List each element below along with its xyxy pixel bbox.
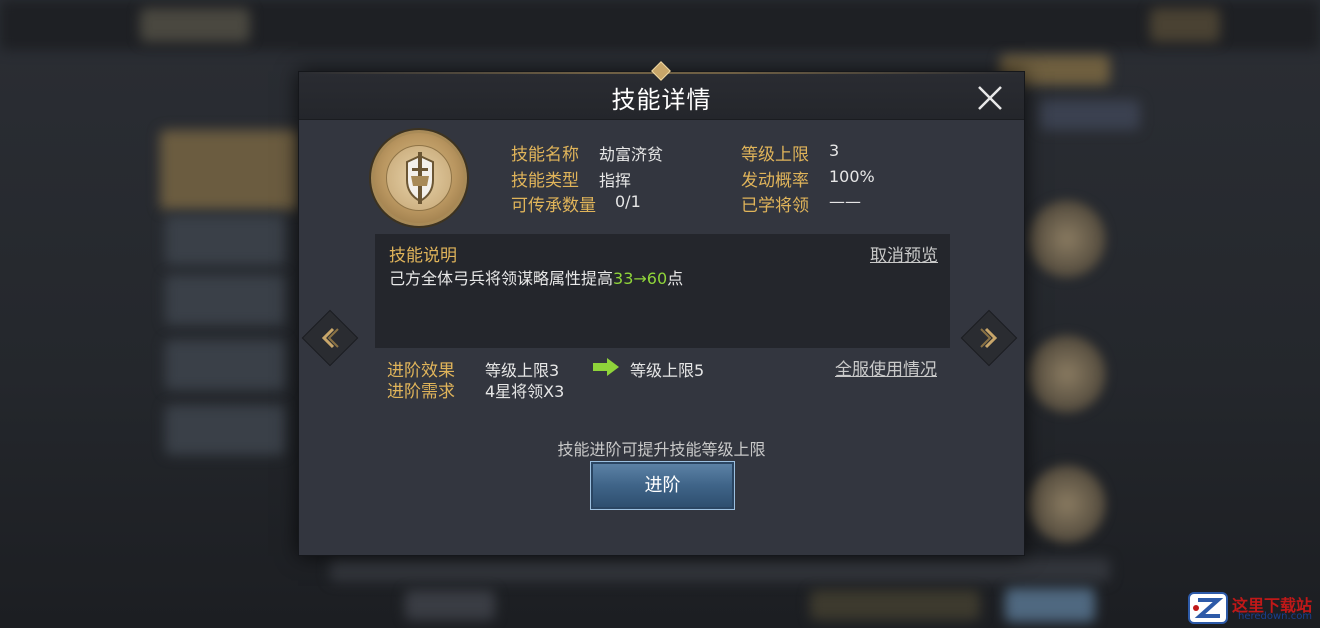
description-text: 己方全体弓兵将领谋略属性提高33→60点 [389,265,683,289]
advance-requirement-value: 4星将领X3 [485,382,565,401]
learned-generals-label: 已学将领 [741,196,809,216]
trigger-rate-value: 100% [829,167,875,186]
advance-requirement-label: 进阶需求 [387,382,455,402]
advance-hint: 技能进阶可提升技能等级上限 [557,440,766,459]
skill-type-label: 技能类型 [511,171,579,191]
trigger-rate-label: 发动概率 [741,171,809,191]
level-cap-label: 等级上限 [741,145,809,165]
previous-skill-button[interactable] [301,309,359,367]
level-cap-value: 3 [829,141,840,160]
all-server-usage-link[interactable]: 全服使用情况 [835,355,937,380]
close-icon [978,86,1002,110]
value-to: 60 [646,269,668,288]
description-suffix: 点 [667,269,684,288]
value-from: 33 [613,269,634,288]
watermark: 这里下载站 heredown.com [1188,590,1318,626]
inherit-count-value: 0/1 [615,192,641,211]
watermark-url: heredown.com [1238,611,1313,622]
description-box: 技能说明 取消预览 己方全体弓兵将领谋略属性提高33→60点 [375,234,950,348]
skill-name-value: 劫富济贫 [599,145,664,164]
close-button[interactable] [976,84,1004,112]
skill-detail-modal: 技能详情 技能名称 劫富济贫 技能类型 指挥 可传承数量 0/1 等级上限 3 … [298,61,1025,556]
cancel-preview-link[interactable]: 取消预览 [870,241,938,266]
advance-effect-to: 等级上限5 [630,361,705,380]
chevron-left-icon [321,327,339,349]
next-skill-button[interactable] [960,309,1018,367]
skill-emblem-icon [386,145,452,211]
arrow-right-icon [593,358,619,376]
modal-header: 技能详情 [299,61,1024,120]
description-prefix: 己方全体弓兵将领谋略属性提高 [389,269,614,288]
value-arrow: → [633,269,647,288]
skill-name-label: 技能名称 [511,145,579,165]
watermark-logo-icon [1188,592,1228,624]
chevron-right-icon [980,327,998,349]
modal-title: 技能详情 [611,86,712,114]
skill-type-value: 指挥 [599,171,632,190]
learned-generals-value: —— [829,192,861,211]
description-title: 技能说明 [389,246,457,266]
inherit-count-label: 可传承数量 [511,196,596,216]
advance-button[interactable]: 进阶 [590,461,735,510]
skill-emblem [371,130,467,226]
